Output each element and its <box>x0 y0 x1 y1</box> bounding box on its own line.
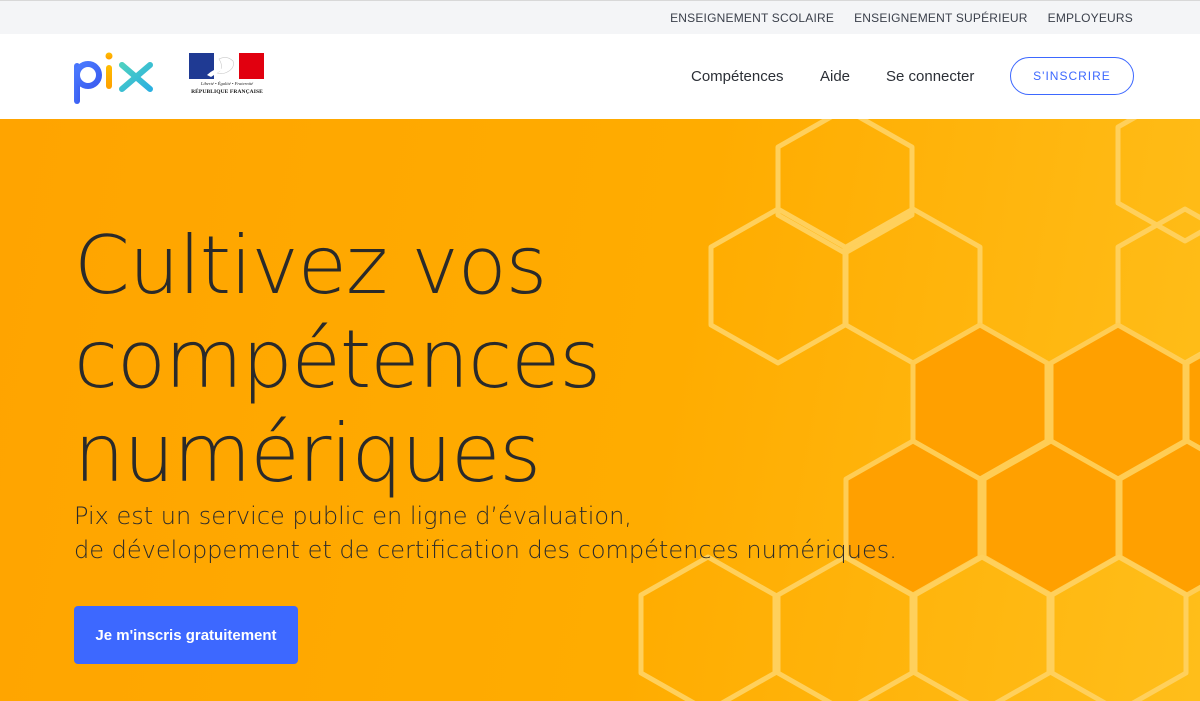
nav-link-se-connecter[interactable]: Se connecter <box>886 68 974 85</box>
hero-subtitle-line-2: de développement et de certification des… <box>74 536 897 564</box>
republique-name: RÉPUBLIQUE FRANÇAISE <box>191 89 263 95</box>
signup-free-button[interactable]: Je m'inscris gratuitement <box>74 606 298 664</box>
hero-section: Cultivez vos compétences numériques Pix … <box>0 119 1200 701</box>
hero-title-line-1: Cultivez vos <box>74 219 547 312</box>
topbar-link-enseignement-superieur[interactable]: ENSEIGNEMENT SUPÉRIEUR <box>854 11 1028 25</box>
signup-button[interactable]: S'INSCRIRE <box>1010 57 1134 95</box>
hero-subtitle-line-1: Pix est un service public en ligne d’éva… <box>74 502 632 530</box>
pix-logo-icon[interactable] <box>72 43 156 105</box>
topbar-link-enseignement-scolaire[interactable]: ENSEIGNEMENT SCOLAIRE <box>670 11 834 25</box>
republique-francaise-logo: Liberté • Égalité • Fraternité RÉPUBLIQU… <box>189 53 265 99</box>
top-utility-bar: ENSEIGNEMENT SCOLAIRE ENSEIGNEMENT SUPÉR… <box>0 0 1200 34</box>
nav-link-aide[interactable]: Aide <box>820 68 850 85</box>
republique-motto: Liberté • Égalité • Fraternité <box>200 81 254 86</box>
hero-title-line-3: numériques <box>74 407 541 500</box>
hero-title: Cultivez vos compétences numériques <box>74 219 774 501</box>
marianne-flag-icon <box>189 53 264 79</box>
topbar-link-employeurs[interactable]: EMPLOYEURS <box>1048 11 1133 25</box>
nav-link-competences[interactable]: Compétences <box>691 68 784 85</box>
hero-subtitle: Pix est un service public en ligne d’éva… <box>74 499 974 567</box>
hero-title-line-2: compétences <box>74 313 601 406</box>
main-header: Liberté • Égalité • Fraternité RÉPUBLIQU… <box>0 34 1200 119</box>
